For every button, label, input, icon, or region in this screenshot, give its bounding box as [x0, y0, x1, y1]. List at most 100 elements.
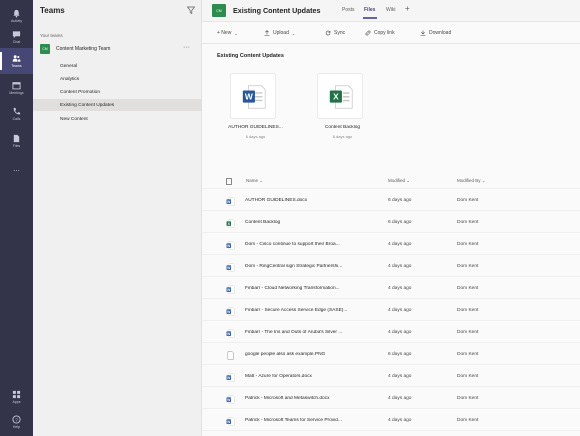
teams-app: Activity Chat Teams Meetings Calls Files…	[0, 0, 580, 436]
file-row[interactable]: WPatrick - Microsoft Teams Growth.docx4 …	[202, 430, 580, 436]
apps-icon	[12, 390, 21, 399]
column-modified[interactable]: Modified ⌄	[388, 178, 410, 184]
team-avatar: CM	[40, 44, 50, 54]
panel-title: Teams	[40, 6, 65, 15]
channel-header: CM Existing Content Updates Posts Files …	[202, 0, 580, 22]
file-tile-name: Content Backlog	[324, 125, 361, 130]
file-tile[interactable]: W AUTHOR GUIDELINES... 6 days ago	[218, 70, 288, 150]
file-row[interactable]: W Finbarr - The Ins and Outs of Aruba's S…	[202, 320, 580, 342]
file-row[interactable]: W Patrick - Microsoft Teams for Service P…	[202, 408, 580, 430]
filter-icon[interactable]	[186, 5, 196, 15]
channel-item-active[interactable]: Existing Content Updates	[33, 99, 202, 111]
file-modified: 6 days ago	[388, 352, 412, 357]
copy-link-label: Copy link	[374, 30, 395, 36]
sync-button[interactable]: Sync	[325, 30, 345, 36]
file-tile-card: W	[230, 73, 276, 119]
add-tab-button[interactable]: +	[405, 4, 410, 13]
rail-meetings[interactable]: Meetings	[0, 75, 33, 101]
section-label: Your teams	[40, 33, 63, 38]
team-name: Content Marketing Team	[56, 46, 111, 52]
file-modified: 6 days ago	[388, 220, 412, 225]
channel-item[interactable]: Analytics	[60, 73, 180, 85]
new-button[interactable]: + New ⌄	[217, 30, 238, 36]
file-tile-date: 6 days ago	[332, 134, 353, 139]
rail-label: Help	[12, 425, 21, 429]
rail-files[interactable]: Files	[0, 128, 33, 154]
download-button[interactable]: Download	[420, 30, 451, 36]
rail-label: Activity	[10, 19, 23, 23]
column-modified-by[interactable]: Modified By ⌄	[457, 178, 486, 184]
chevron-down-icon: ⌄	[234, 30, 238, 36]
file-name[interactable]: google people also ask example.PNG	[245, 352, 373, 357]
word-file-icon: W	[226, 395, 235, 404]
rail-chat[interactable]: Chat	[0, 24, 33, 50]
file-row[interactable]: W Matt - Azure for Operators.docx 4 days a…	[202, 364, 580, 386]
file-tile[interactable]: X Content Backlog 6 days ago	[305, 70, 375, 150]
file-name[interactable]: AUTHOR GUIDELINES.docx	[245, 198, 373, 203]
tab-wiki[interactable]: Wiki	[386, 7, 395, 13]
chat-icon	[12, 31, 21, 39]
file-name[interactable]: Finbarr - Cloud Networking Transformatio…	[245, 286, 373, 291]
svg-text:W: W	[245, 92, 253, 102]
file-name[interactable]: Finbarr - Secure Access Service Edge (SA…	[245, 308, 373, 313]
file-row[interactable]: W Dom - Cisco continue to support their B…	[202, 232, 580, 254]
word-file-icon: W	[226, 241, 235, 250]
channel-avatar: CM	[212, 4, 226, 17]
file-row[interactable]: google people also ask example.PNG 6 days…	[202, 342, 580, 364]
channel-item[interactable]: Content Promotion	[60, 86, 180, 98]
rail-calls[interactable]: Calls	[0, 101, 33, 127]
rail-help[interactable]: ? Help	[0, 409, 33, 435]
file-name[interactable]: Content Backlog	[245, 220, 373, 225]
file-row[interactable]: W Patrick - Microsoft and Metaswitch.docx…	[202, 386, 580, 408]
file-modified-by: Dom Kent	[457, 352, 479, 357]
more-options-icon[interactable]: ···	[183, 44, 190, 51]
section-title: Existing Content Updates	[217, 53, 284, 59]
file-name[interactable]: Patrick - Microsoft and Metaswitch.docx	[245, 396, 373, 401]
excel-file-icon: X	[226, 219, 235, 228]
tab-posts[interactable]: Posts	[342, 7, 355, 13]
calendar-icon	[12, 82, 21, 90]
file-row[interactable]: W AUTHOR GUIDELINES.docx 6 days ago Dom Ken…	[202, 188, 580, 210]
file-modified: 4 days ago	[388, 374, 412, 379]
file-modified-by: Dom Kent	[457, 220, 479, 225]
file-name[interactable]: Dom - RingCentral sign Strategic Partner…	[245, 264, 373, 269]
link-icon	[365, 30, 371, 36]
file-row[interactable]: W Finbarr - Secure Access Service Edge (S…	[202, 298, 580, 320]
channel-title: Existing Content Updates	[233, 6, 321, 15]
file-name[interactable]: Matt - Azure for Operators.docx	[245, 374, 373, 379]
file-modified-by: Dom Kent	[457, 396, 479, 401]
rail-more[interactable]: ...	[0, 156, 33, 182]
word-file-icon: W	[226, 263, 235, 272]
more-icon: ...	[13, 164, 20, 173]
team-item[interactable]: CM Content Marketing Team ···	[38, 43, 198, 55]
file-modified: 4 days ago	[388, 396, 412, 401]
file-modified-by: Dom Kent	[457, 242, 479, 247]
rail-apps[interactable]: Apps	[0, 384, 33, 410]
file-modified: 4 days ago	[388, 418, 412, 423]
channel-item[interactable]: General	[60, 60, 180, 72]
chevron-down-icon: ⌄	[259, 178, 264, 183]
file-row[interactable]: W Dom - RingCentral sign Strategic Partne…	[202, 254, 580, 276]
file-name[interactable]: Patrick - Microsoft Teams for Service Pr…	[245, 418, 373, 423]
phone-icon	[13, 107, 21, 115]
download-icon	[420, 30, 426, 36]
channel-item[interactable]: New Content	[60, 113, 180, 125]
rail-teams[interactable]: Teams	[0, 48, 33, 74]
copy-link-button[interactable]: Copy link	[365, 30, 395, 36]
file-row[interactable]: X Content Backlog 6 days ago Dom Kent	[202, 210, 580, 232]
file-name[interactable]: Dom - Cisco continue to support their Br…	[245, 242, 373, 247]
svg-text:X: X	[333, 92, 339, 102]
rail-label: Files	[12, 144, 21, 148]
word-file-icon: W	[226, 285, 235, 294]
column-name[interactable]: Name ⌄	[246, 178, 263, 184]
file-modified-by: Dom Kent	[457, 418, 479, 423]
column-modified-by-label: Modified By	[457, 178, 481, 183]
tab-files[interactable]: Files	[364, 7, 375, 13]
chevron-down-icon: ⌄	[481, 178, 486, 183]
file-modified-by: Dom Kent	[457, 286, 479, 291]
files-toolbar: + New ⌄ Upload ⌄ Sync Copy link Download	[202, 23, 580, 44]
file-row[interactable]: W Finbarr - Cloud Networking Transformati…	[202, 276, 580, 298]
file-name[interactable]: Finbarr - The Ins and Outs of Aruba's Si…	[245, 330, 373, 335]
file-modified-by: Dom Kent	[457, 198, 479, 203]
upload-button[interactable]: Upload ⌄	[264, 30, 295, 36]
